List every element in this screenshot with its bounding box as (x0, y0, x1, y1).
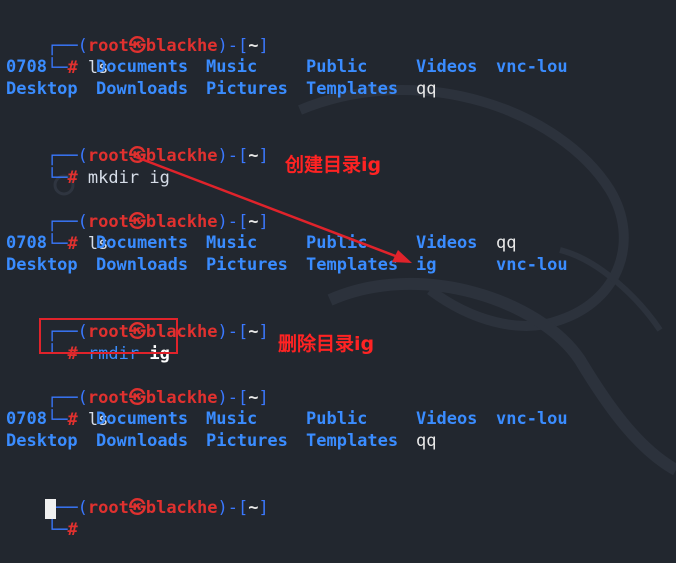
command-line: └─# ls (6, 35, 108, 78)
file-entry: qq (416, 79, 437, 99)
dir-entry: Documents (96, 57, 189, 77)
annotation-create: 创建目录ig (285, 154, 382, 176)
dir-entry: Public (306, 233, 368, 253)
dir-entry: Downloads (96, 255, 189, 275)
prompt-frame: ] (258, 498, 269, 518)
command-text: mkdir (87, 168, 150, 188)
dir-entry: Pictures (206, 79, 288, 99)
dir-entry: vnc-lou (496, 409, 568, 429)
prompt-hash: # (67, 168, 88, 188)
prompt-dir: ~ (248, 498, 259, 518)
dir-entry: 0708 (6, 409, 47, 429)
dir-entry: Music (206, 57, 258, 77)
file-entry: qq (416, 431, 437, 451)
dir-entry: vnc-lou (496, 57, 568, 77)
command-line: └─# mkdir ig (6, 145, 170, 188)
dir-entry: 0708 (6, 57, 47, 77)
dir-entry: Public (306, 57, 368, 77)
prompt-header: ┌──(root㉿blackhe)-[~] (6, 475, 269, 518)
dir-entry: Videos (416, 409, 478, 429)
dir-entry: Videos (416, 233, 478, 253)
prompt-dir: ~ (248, 322, 259, 342)
prompt-hash: # (67, 410, 88, 430)
dir-entry: Templates (306, 431, 399, 451)
dir-entry: Templates (306, 255, 399, 275)
prompt-hash: # (67, 520, 88, 540)
terminal-window[interactable]: ┌──(root㉿blackhe)-[~] └─# ls 0708 Docume… (0, 0, 676, 540)
command-line: └─# ls (6, 387, 108, 430)
dir-entry: Desktop (6, 431, 78, 451)
dir-entry: Pictures (206, 431, 288, 451)
dir-entry: Documents (96, 409, 189, 429)
prompt-frame: )-[ (217, 146, 249, 166)
prompt-header: ┌──(root㉿blackhe)-[~] (6, 123, 269, 166)
prompt-user: root㉿blackhe (87, 498, 218, 518)
dir-entry: vnc-lou (496, 255, 568, 275)
prompt-frame: )-[ (217, 212, 249, 232)
dir-entry: Downloads (96, 79, 189, 99)
prompt-dir: ~ (248, 36, 259, 56)
prompt-frame: └─ (46, 520, 68, 540)
prompt-frame: ] (258, 212, 269, 232)
dir-entry: Videos (416, 57, 478, 77)
prompt-dir: ~ (248, 388, 259, 408)
dir-entry: Downloads (96, 431, 189, 451)
dir-entry: Pictures (206, 255, 288, 275)
annotation-delete: 删除目录ig (278, 333, 375, 355)
prompt-dir: ~ (248, 146, 259, 166)
prompt-header: ┌──(root㉿blackhe)-[~] (6, 189, 269, 232)
prompt-frame: └─ (46, 234, 68, 254)
dir-entry: Documents (96, 233, 189, 253)
dir-entry: Music (206, 233, 258, 253)
prompt-frame: └─ (46, 168, 68, 188)
prompt-frame: ] (258, 388, 269, 408)
prompt-header: ┌──(root㉿blackhe)-[~] (6, 13, 269, 56)
dir-entry: Public (306, 409, 368, 429)
command-line: └─# ls (6, 211, 108, 254)
prompt-frame: ] (258, 146, 269, 166)
prompt-frame: └─ (46, 58, 68, 78)
prompt-hash: # (67, 58, 88, 78)
text-cursor (45, 499, 56, 519)
dir-entry: Music (206, 409, 258, 429)
dir-entry: Templates (306, 79, 399, 99)
prompt-frame: )-[ (217, 322, 249, 342)
prompt-frame: └─ (46, 410, 68, 430)
prompt-frame: ] (258, 36, 269, 56)
file-entry: qq (496, 233, 517, 253)
dir-entry: Desktop (6, 255, 78, 275)
prompt-frame: )-[ (217, 388, 249, 408)
command-arg: ig (149, 168, 170, 188)
prompt-frame: )-[ (217, 498, 249, 518)
prompt-hash: # (67, 234, 88, 254)
prompt-frame: )-[ (217, 36, 249, 56)
dir-entry: Desktop (6, 79, 78, 99)
dir-entry: 0708 (6, 233, 47, 253)
prompt-dir: ~ (248, 212, 259, 232)
prompt-frame: ] (258, 322, 269, 342)
prompt-header: ┌──(root㉿blackhe)-[~] (6, 365, 269, 408)
highlight-box (39, 318, 178, 354)
dir-entry-ig: ig (416, 255, 437, 275)
